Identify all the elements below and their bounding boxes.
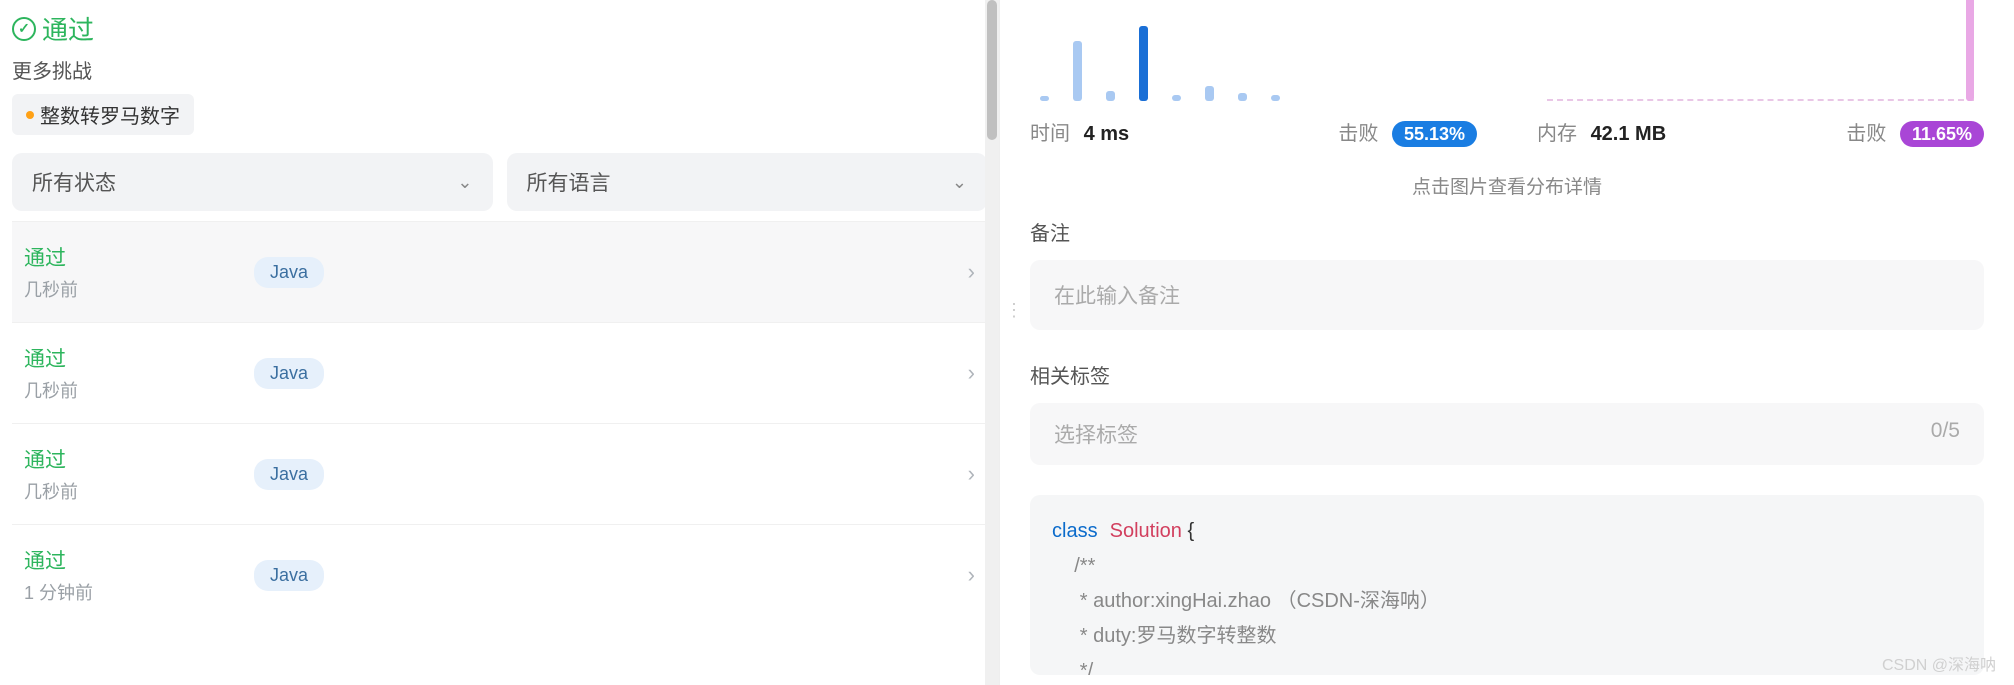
submission-list: 通过 几秒前 Java › 通过 几秒前 Java › 通过 几秒前 Java … [12,221,987,625]
chart-bar [1040,96,1049,101]
submission-status: 通过 [24,545,254,575]
code-comment: */ [1052,660,1093,675]
memory-beat-label: 击败 [1846,123,1886,145]
submissions-panel: 通过 更多挑战 整数转罗马数字 所有状态 ⌄ 所有语言 ⌄ 通过 几秒前 Jav… [0,0,1000,685]
chart-bar [1106,91,1115,101]
language-tag: Java [254,257,324,288]
memory-chart[interactable] [1537,10,1984,109]
language-filter[interactable]: 所有语言 ⌄ [507,153,988,211]
chevron-down-icon: ⌄ [457,172,472,193]
time-beat-pill: 55.13% [1392,121,1477,147]
challenge-chip[interactable]: 整数转罗马数字 [12,94,194,135]
submission-row[interactable]: 通过 1 分钟前 Java › [12,524,987,625]
submission-row[interactable]: 通过 几秒前 Java › [12,423,987,524]
memory-label: 内存 [1537,123,1577,145]
notes-label: 备注 [1030,217,1984,246]
language-tag: Java [254,459,324,490]
difficulty-dot-icon [26,111,34,119]
language-filter-label: 所有语言 [527,167,611,197]
chart-bar-active [1139,26,1148,101]
code-comment: * duty:罗马数字转整数 [1052,625,1276,647]
chart-bar [1172,95,1181,101]
time-chart[interactable] [1030,10,1477,109]
more-challenges-label: 更多挑战 [12,55,987,84]
notes-input[interactable]: 在此输入备注 [1030,260,1984,330]
status-filter[interactable]: 所有状态 ⌄ [12,153,493,211]
pass-header: 通过 [12,10,987,47]
submission-status: 通过 [24,242,254,272]
filter-row: 所有状态 ⌄ 所有语言 ⌄ [12,153,987,211]
submission-time: 几秒前 [24,276,254,302]
chevron-down-icon: ⌄ [952,172,967,193]
tags-input[interactable]: 选择标签 0/5 [1030,403,1984,465]
submission-time: 几秒前 [24,478,254,504]
submission-row[interactable]: 通过 几秒前 Java › [12,322,987,423]
code-comment: /** [1052,555,1095,577]
chart-bar [1073,41,1082,101]
code-block[interactable]: class Solution { /** * author:xingHai.zh… [1030,495,1984,675]
challenge-name: 整数转罗马数字 [40,100,180,129]
scrollbar[interactable] [985,0,999,685]
chevron-right-icon: › [968,360,975,386]
watermark: CSDN @深海呐 [1882,651,1996,675]
code-keyword: class [1052,520,1098,542]
chart-hint[interactable]: 点击图片查看分布详情 [1030,172,1984,199]
code-text: { [1182,520,1194,542]
time-beat-label: 击败 [1338,123,1378,145]
chart-bar-active [1966,0,1974,101]
submission-row[interactable]: 通过 几秒前 Java › [12,221,987,322]
chevron-right-icon: › [968,562,975,588]
memory-beat-pill: 11.65% [1900,121,1984,147]
checkmark-circle-icon [12,17,36,41]
chevron-right-icon: › [968,259,975,285]
code-comment: * author:xingHai.zhao （CSDN-深海呐） [1052,590,1440,612]
chart-bar [1205,86,1214,101]
performance-charts[interactable] [1030,10,1984,109]
tags-count: 0/5 [1931,419,1960,449]
pass-label: 通过 [42,10,94,47]
scrollbar-thumb[interactable] [987,0,997,140]
tags-placeholder: 选择标签 [1054,419,1138,449]
chart-bar [1271,95,1280,101]
memory-value: 42.1 MB [1591,123,1667,145]
chart-bar [1238,93,1247,101]
submission-status: 通过 [24,343,254,373]
language-tag: Java [254,358,324,389]
chevron-right-icon: › [968,461,975,487]
submission-time: 1 分钟前 [24,579,254,605]
metrics-row: 时间 4 ms 击败 55.13% 内存 42.1 MB 击败 11.65% [1030,117,1984,146]
submission-time: 几秒前 [24,377,254,403]
memory-metric: 内存 42.1 MB 击败 11.65% [1537,117,1984,146]
time-metric: 时间 4 ms 击败 55.13% [1030,117,1477,146]
language-tag: Java [254,560,324,591]
submission-status: 通过 [24,444,254,474]
baseline-icon [1547,99,1974,101]
code-class-name: Solution [1110,520,1182,542]
time-label: 时间 [1030,123,1070,145]
tags-label: 相关标签 [1030,360,1984,389]
detail-panel: 时间 4 ms 击败 55.13% 内存 42.1 MB 击败 11.65% 点… [1000,0,2014,685]
status-filter-label: 所有状态 [32,167,116,197]
time-value: 4 ms [1084,123,1130,145]
